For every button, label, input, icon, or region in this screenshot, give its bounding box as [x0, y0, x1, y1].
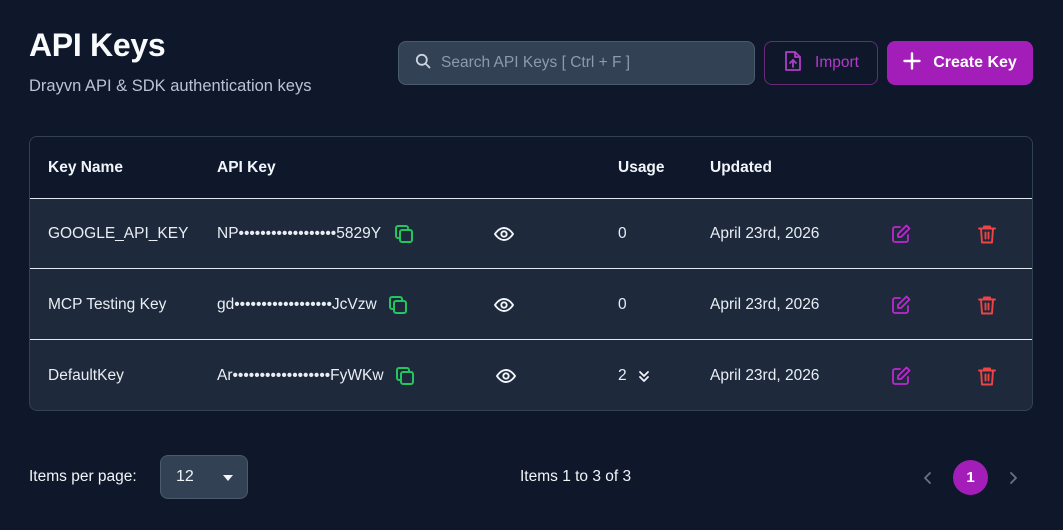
api-key-masked: Ar••••••••••••••••••FyWKw [217, 365, 416, 387]
usage-count: 2 [618, 367, 651, 385]
column-header-usage[interactable]: Usage [618, 159, 665, 177]
eye-icon[interactable] [495, 365, 517, 387]
search-input[interactable] [441, 54, 741, 72]
api-key-masked: gd••••••••••••••••••JcVzw [217, 294, 409, 316]
pagination-range: Items 1 to 3 of 3 [520, 468, 632, 485]
column-header-api-key[interactable]: API Key [217, 159, 276, 177]
api-key-value: NP••••••••••••••••••5829Y [217, 224, 382, 242]
copy-icon[interactable] [394, 365, 416, 387]
eye-icon[interactable] [493, 223, 515, 245]
search-box[interactable] [398, 41, 755, 85]
items-per-page-select[interactable]: 12 [160, 455, 248, 499]
plus-icon [903, 51, 921, 75]
create-key-label: Create Key [933, 54, 1017, 71]
api-keys-page: API Keys Drayvn API & SDK authentication… [0, 0, 1063, 530]
usage-value: 0 [618, 224, 627, 242]
trash-icon[interactable] [976, 294, 998, 316]
import-label: Import [815, 54, 859, 71]
key-name: MCP Testing Key [48, 295, 167, 313]
table-row: DefaultKey Ar••••••••••••••••••FyWKw 2 A… [30, 341, 1032, 410]
page-button-current[interactable]: 1 [953, 460, 988, 495]
search-icon [415, 53, 431, 74]
create-key-button[interactable]: Create Key [887, 41, 1033, 85]
api-key-value: Ar••••••••••••••••••FyWKw [217, 367, 384, 384]
chevron-right-icon[interactable] [1003, 466, 1023, 490]
table-header: Key Name API Key Usage Updated [30, 137, 1032, 199]
trash-icon[interactable] [976, 365, 998, 387]
table-row: MCP Testing Key gd••••••••••••••••••JcVz… [30, 270, 1032, 340]
chevron-left-icon[interactable] [918, 466, 938, 490]
column-header-key-name[interactable]: Key Name [48, 159, 123, 177]
file-upload-icon [783, 50, 803, 77]
edit-icon[interactable] [890, 365, 912, 387]
eye-icon[interactable] [493, 294, 515, 316]
edit-icon[interactable] [890, 294, 912, 316]
items-per-page-label: Items per page: [29, 468, 137, 485]
api-key-value: gd••••••••••••••••••JcVzw [217, 295, 377, 313]
key-name: GOOGLE_API_KEY [48, 224, 189, 242]
updated-date: April 23rd, 2026 [710, 224, 820, 242]
caret-down-icon [223, 475, 233, 481]
page-subtitle: Drayvn API & SDK authentication keys [29, 77, 312, 95]
page-title: API Keys [29, 27, 166, 63]
api-key-masked: NP••••••••••••••••••5829Y [217, 223, 415, 245]
usage-count: 0 [618, 225, 627, 243]
items-per-page-value: 12 [176, 468, 194, 485]
updated-date: April 23rd, 2026 [710, 295, 820, 313]
import-button[interactable]: Import [764, 41, 878, 85]
key-name: DefaultKey [48, 367, 124, 384]
column-header-updated[interactable]: Updated [710, 159, 772, 177]
chevrons-down-icon[interactable] [637, 369, 651, 383]
copy-icon[interactable] [393, 223, 415, 245]
updated-date: April 23rd, 2026 [710, 367, 820, 384]
table-row: GOOGLE_API_KEY NP••••••••••••••••••5829Y… [30, 199, 1032, 269]
trash-icon[interactable] [976, 223, 998, 245]
usage-count: 0 [618, 296, 627, 314]
usage-value: 0 [618, 295, 627, 313]
copy-icon[interactable] [387, 294, 409, 316]
edit-icon[interactable] [890, 223, 912, 245]
usage-value: 2 [618, 367, 627, 384]
api-keys-table: Key Name API Key Usage Updated GOOGLE_AP… [29, 136, 1033, 411]
